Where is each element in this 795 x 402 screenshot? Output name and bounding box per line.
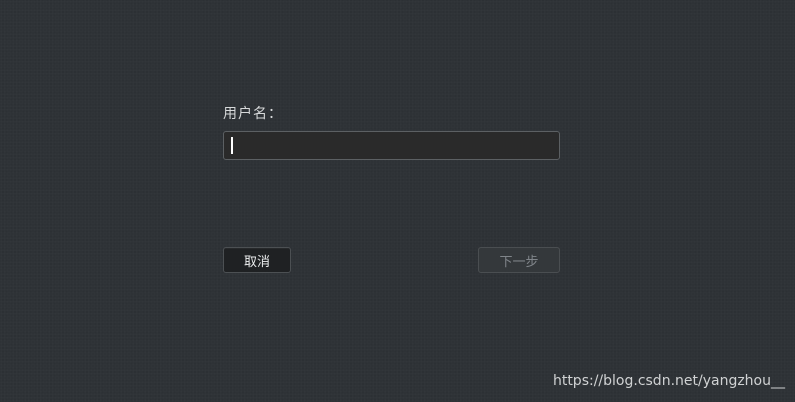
- watermark-text: https://blog.csdn.net/yangzhou__: [552, 373, 785, 389]
- cancel-button[interactable]: 取消: [223, 247, 291, 273]
- next-button[interactable]: 下一步: [478, 247, 560, 273]
- username-input[interactable]: [223, 131, 560, 160]
- username-form: 用户名： 取消 下一步: [223, 100, 560, 276]
- text-cursor: [231, 137, 233, 154]
- username-label: 用户名：: [223, 106, 283, 122]
